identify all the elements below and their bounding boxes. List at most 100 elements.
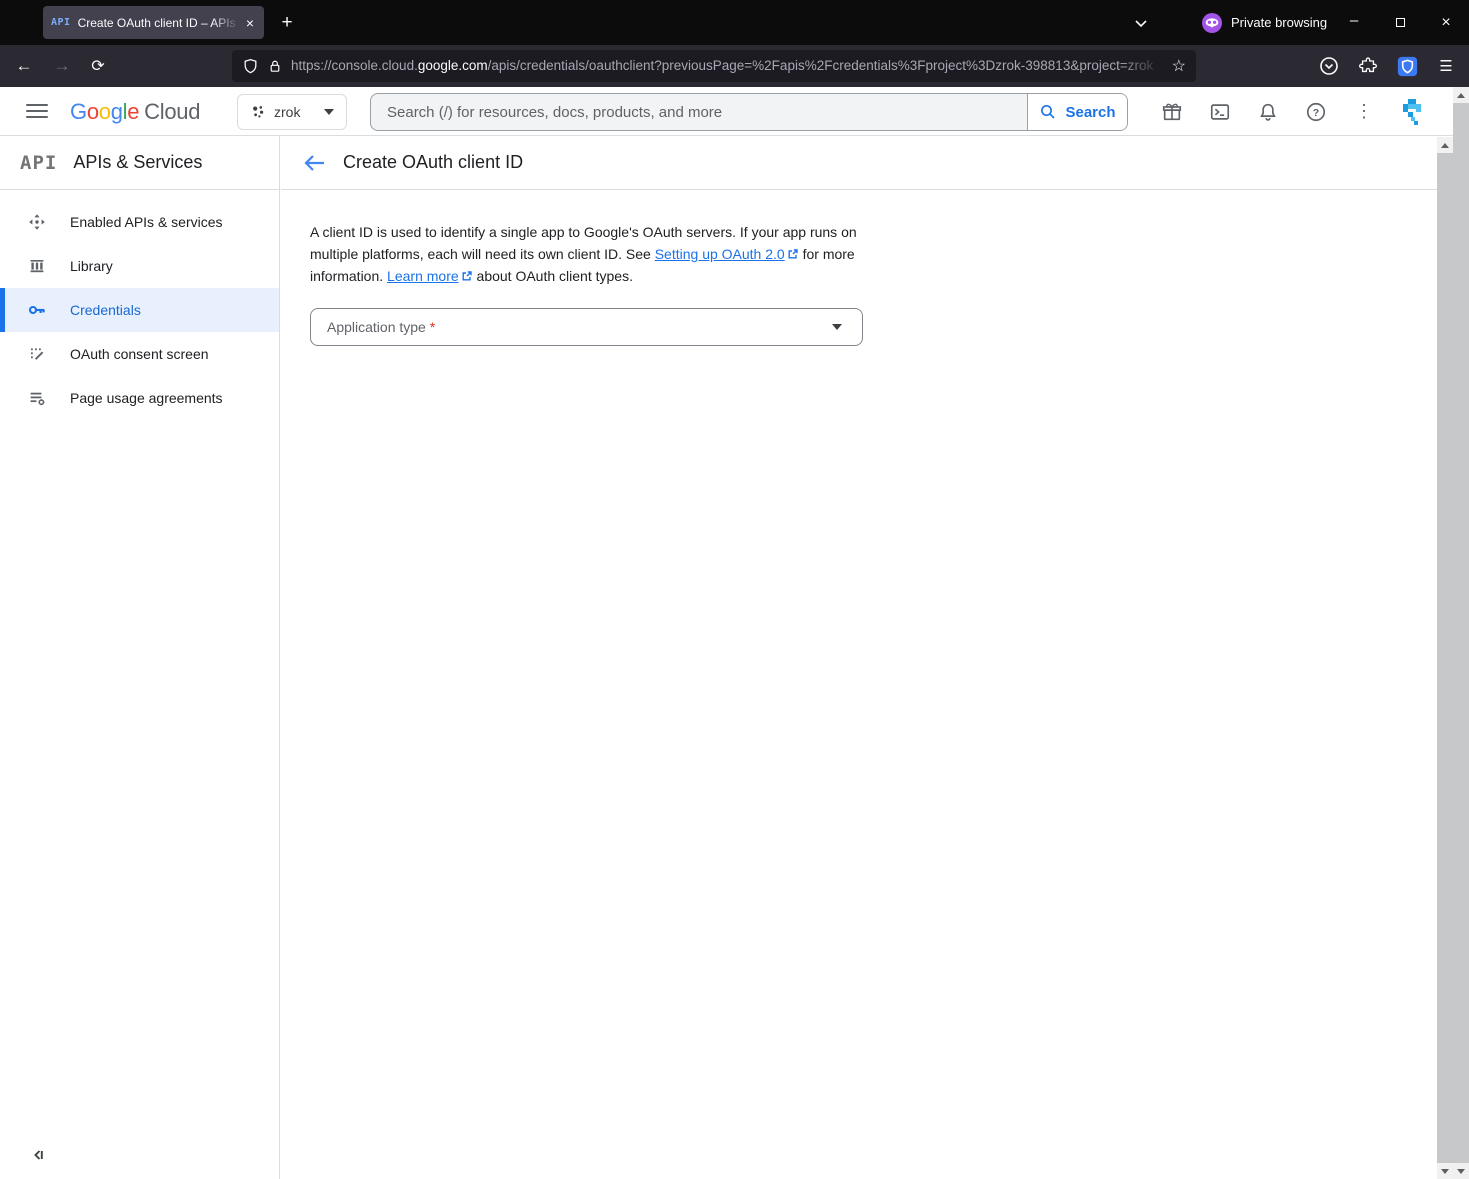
- google-cloud-logo[interactable]: G o o g l e Cloud: [70, 87, 200, 136]
- tab-bar: API Create OAuth client ID – APIs & × + …: [0, 0, 1469, 45]
- sidebar-header: API APIs & Services: [0, 136, 279, 190]
- main-body: A client ID is used to identify a single…: [281, 190, 1437, 346]
- connection-lock-icon[interactable]: [268, 58, 282, 75]
- account-avatar[interactable]: [1398, 98, 1426, 126]
- private-browsing-label: Private browsing: [1231, 15, 1327, 30]
- sidebar-item-library[interactable]: Library: [0, 244, 279, 288]
- logo-letter: G: [70, 99, 87, 125]
- sidebar-item-credentials[interactable]: Credentials: [0, 288, 279, 332]
- back-button[interactable]: ←: [10, 52, 38, 80]
- chevron-down-icon: [324, 109, 334, 115]
- pocket-icon[interactable]: [1316, 53, 1342, 79]
- notifications-bell-icon[interactable]: [1254, 98, 1282, 126]
- bookmark-star-icon[interactable]: ☆: [1172, 56, 1186, 76]
- sidebar-item-enabled-apis[interactable]: Enabled APIs & services: [0, 200, 279, 244]
- main-panel: Create OAuth client ID A client ID is us…: [281, 136, 1437, 1179]
- extensions-puzzle-icon[interactable]: [1355, 53, 1381, 79]
- bitwarden-shield-icon[interactable]: [1394, 53, 1420, 79]
- browser-window: API Create OAuth client ID – APIs & × + …: [0, 0, 1469, 1179]
- cloud-shell-icon[interactable]: [1206, 98, 1234, 126]
- close-button[interactable]: ×: [1423, 0, 1469, 45]
- key-icon: [28, 301, 46, 319]
- project-selector[interactable]: zrok: [237, 94, 347, 130]
- application-type-select[interactable]: Application type *: [310, 308, 863, 346]
- url-bar[interactable]: https://console.cloud.google.com/apis/cr…: [232, 50, 1196, 82]
- gcp-menu-icon[interactable]: [26, 101, 48, 121]
- collapse-chevron-icon: [30, 1147, 46, 1163]
- search-button-label: Search: [1065, 104, 1115, 121]
- sidebar-item-label: Page usage agreements: [70, 390, 223, 406]
- sidebar-nav: Enabled APIs & services Library Credenti…: [0, 190, 279, 420]
- search-input[interactable]: [371, 94, 1027, 130]
- oauth-consent-icon: [28, 345, 46, 363]
- sidebar-item-label: Library: [70, 258, 113, 274]
- back-arrow-button[interactable]: [301, 152, 327, 174]
- collapse-sidebar-button[interactable]: [28, 1145, 48, 1165]
- intro-text: A client ID is used to identify a single…: [310, 221, 860, 287]
- scroll-up-icon[interactable]: [1437, 137, 1453, 153]
- svg-text:?: ?: [1313, 106, 1319, 118]
- tab-title: Create OAuth client ID – APIs &: [78, 15, 240, 31]
- minimize-button[interactable]: –: [1331, 0, 1377, 45]
- window-controls: – ×: [1331, 0, 1469, 45]
- dropdown-caret-icon: [832, 324, 842, 330]
- search-icon: [1039, 103, 1057, 121]
- external-link-icon: [787, 248, 799, 260]
- logo-letter: o: [87, 99, 99, 125]
- enabled-apis-icon: [28, 213, 46, 231]
- tracking-protection-shield-icon[interactable]: [242, 57, 259, 75]
- browser-tab[interactable]: API Create OAuth client ID – APIs & ×: [43, 6, 264, 39]
- url-text: https://console.cloud.google.com/apis/cr…: [291, 57, 1164, 75]
- scroll-up-icon[interactable]: [1453, 87, 1469, 103]
- gcp-search-bar: Search: [370, 93, 1128, 131]
- list-all-tabs-button[interactable]: [1128, 11, 1154, 35]
- forward-button[interactable]: →: [48, 52, 76, 80]
- browser-scrollbar[interactable]: [1453, 87, 1469, 1179]
- sidebar: API APIs & Services Enabled APIs & servi…: [0, 136, 280, 1179]
- page-header: Create OAuth client ID: [281, 136, 1437, 190]
- scroll-down-icon[interactable]: [1437, 1163, 1453, 1179]
- scroll-down-icon[interactable]: [1453, 1163, 1469, 1179]
- more-options-kebab-icon[interactable]: ⋮: [1350, 98, 1378, 126]
- free-trial-gift-icon[interactable]: [1158, 98, 1186, 126]
- close-icon: ×: [1441, 14, 1450, 32]
- sidebar-title: APIs & Services: [73, 152, 202, 173]
- gcp-header: G o o g l e Cloud zrok: [0, 87, 1453, 136]
- minimize-icon: –: [1350, 12, 1358, 29]
- learn-more-link[interactable]: Learn more: [387, 268, 459, 284]
- sidebar-item-oauth-consent[interactable]: OAuth consent screen: [0, 332, 279, 376]
- help-icon[interactable]: ?: [1302, 98, 1330, 126]
- project-name: zrok: [274, 104, 316, 120]
- logo-letter: e: [127, 99, 139, 125]
- logo-letter: o: [99, 99, 111, 125]
- sidebar-item-label: OAuth consent screen: [70, 346, 209, 362]
- search-button[interactable]: Search: [1027, 94, 1127, 130]
- logo-cloud-word: Cloud: [144, 99, 200, 125]
- sidebar-item-label: Enabled APIs & services: [70, 214, 223, 230]
- required-marker: *: [430, 319, 435, 335]
- page-content: API APIs & Services Enabled APIs & servi…: [0, 136, 1453, 1179]
- reload-button[interactable]: ⟳: [84, 52, 112, 80]
- page-title: Create OAuth client ID: [343, 152, 523, 173]
- setting-up-oauth-link[interactable]: Setting up OAuth 2.0: [655, 246, 785, 262]
- sidebar-item-label: Credentials: [70, 302, 141, 318]
- page-usage-icon: [28, 389, 46, 407]
- application-type-label: Application type *: [327, 319, 832, 335]
- navigation-toolbar: ← → ⟳ https://console.cloud.google.com/a…: [0, 45, 1469, 87]
- scrollbar-thumb[interactable]: [1453, 103, 1469, 1163]
- maximize-button[interactable]: [1377, 0, 1423, 45]
- gcp-header-tools: ? ⋮: [1158, 87, 1426, 136]
- chevron-down-icon: [1134, 19, 1148, 28]
- sidebar-item-page-usage[interactable]: Page usage agreements: [0, 376, 279, 420]
- api-favicon-icon: API: [51, 17, 71, 28]
- private-mask-icon: [1202, 13, 1222, 33]
- api-product-logo: API: [20, 152, 57, 174]
- maximize-icon: [1396, 18, 1405, 27]
- app-menu-icon[interactable]: ☰: [1433, 53, 1459, 79]
- scrollbar-thumb[interactable]: [1437, 153, 1453, 1163]
- tab-close-icon[interactable]: ×: [244, 15, 256, 31]
- new-tab-button[interactable]: +: [272, 8, 302, 38]
- logo-letter: g: [111, 99, 123, 125]
- content-scrollbar[interactable]: [1437, 137, 1453, 1179]
- toolbar-right: ☰: [1316, 45, 1459, 87]
